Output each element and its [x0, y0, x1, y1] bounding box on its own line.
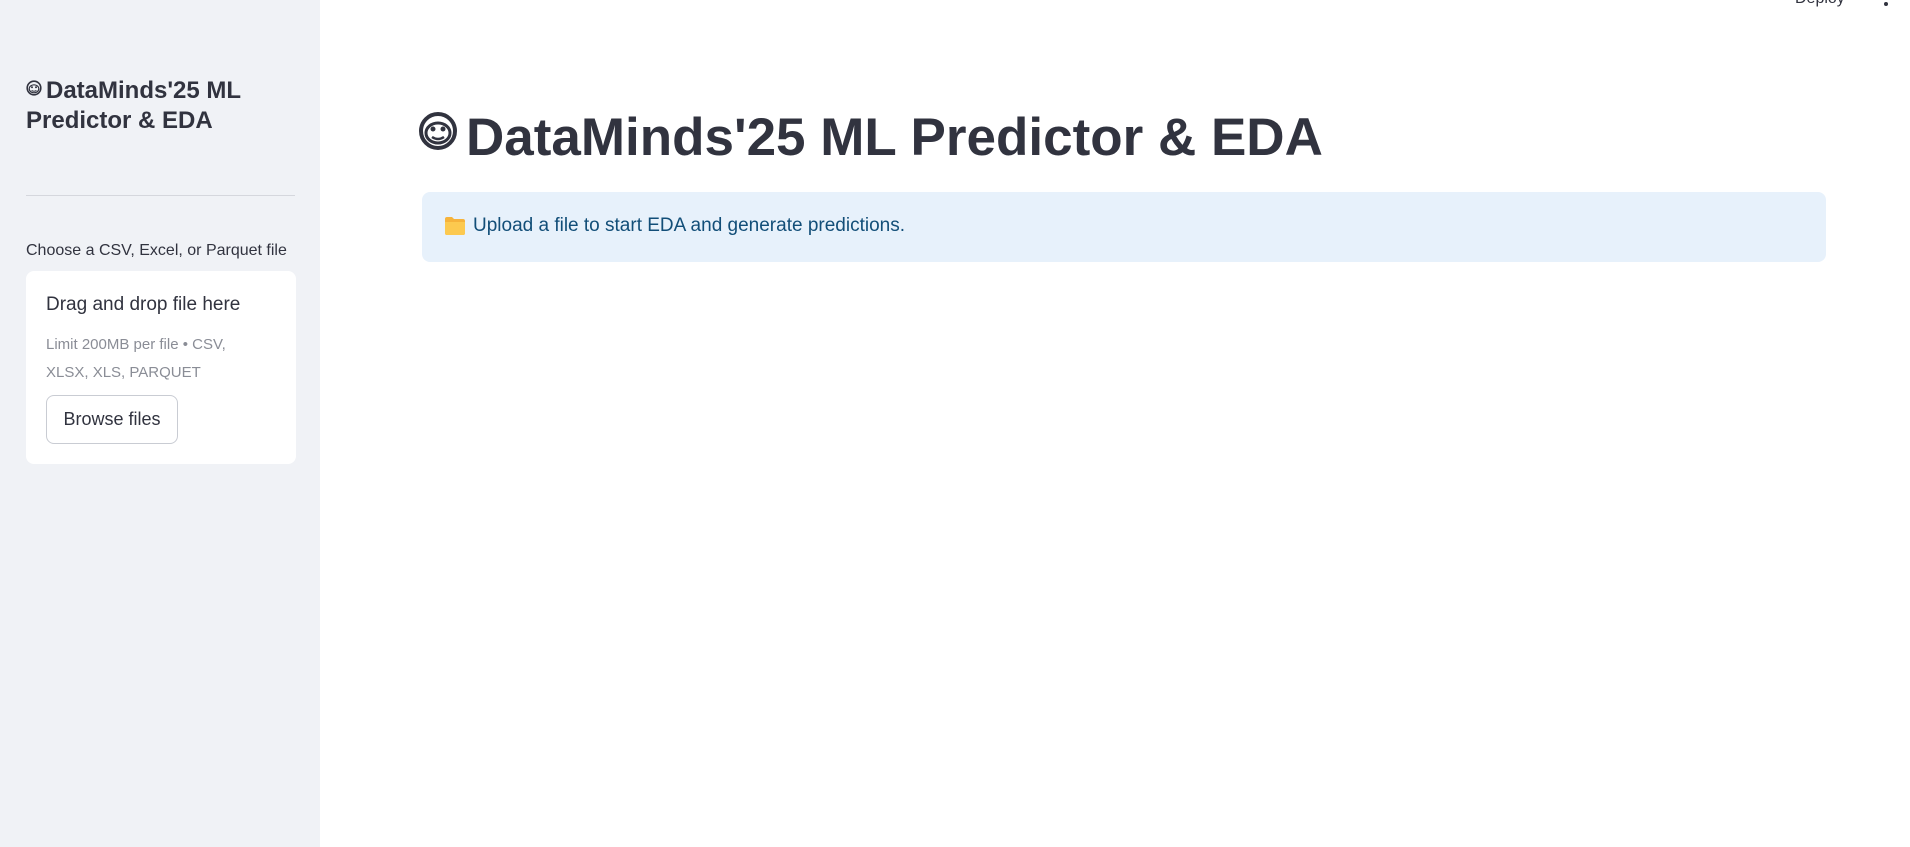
monkey-face-icon: [26, 80, 42, 96]
dropzone-instructions: Drag and drop file here: [46, 294, 241, 315]
page-title: DataMinds'25 ML Predictor & EDA: [418, 106, 1323, 170]
deploy-button[interactable]: Deploy: [1795, 0, 1845, 8]
dropzone-limit-text: Limit 200MB per file • CSV, XLSX, XLS, P…: [46, 336, 226, 381]
sidebar-title-text: DataMinds'25 ML Predictor & EDA: [26, 77, 241, 134]
file-dropzone[interactable]: Drag and drop file here Limit 200MB per …: [26, 271, 296, 464]
page-title-text: DataMinds'25 ML Predictor & EDA: [466, 108, 1323, 167]
sidebar-divider: [26, 195, 295, 196]
more-vertical-icon[interactable]: [1880, 0, 1892, 8]
info-alert-text: Upload a file to start EDA and generate …: [473, 215, 905, 236]
browse-files-button[interactable]: Browse files: [46, 395, 178, 444]
sidebar: DataMinds'25 ML Predictor & EDA Choose a…: [0, 0, 320, 847]
sidebar-title: DataMinds'25 ML Predictor & EDA: [26, 76, 296, 136]
info-alert: Upload a file to start EDA and generate …: [422, 192, 1826, 262]
app-root: DataMinds'25 ML Predictor & EDA Choose a…: [0, 0, 1910, 847]
monkey-face-icon: [419, 112, 457, 150]
file-uploader-label: Choose a CSV, Excel, or Parquet file: [26, 242, 287, 259]
folder-icon: [445, 217, 465, 235]
